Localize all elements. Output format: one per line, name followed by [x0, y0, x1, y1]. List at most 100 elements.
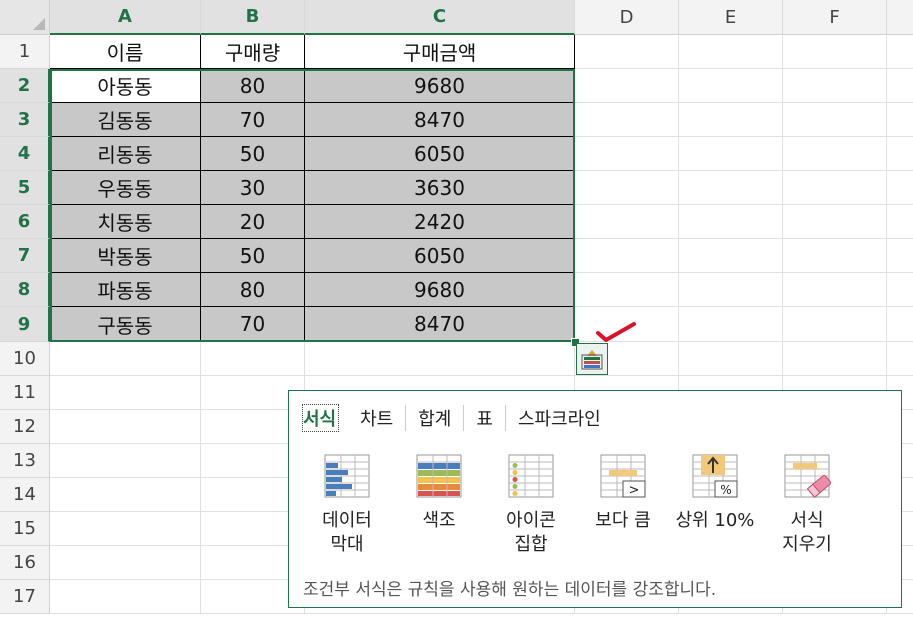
tab-tables[interactable]: 표: [464, 405, 506, 431]
row-header-14[interactable]: 14: [0, 478, 50, 512]
row-header-10[interactable]: 10: [0, 342, 50, 376]
empty-cell[interactable]: [887, 103, 913, 137]
table-cell[interactable]: 2420: [305, 205, 575, 239]
row-header-8[interactable]: 8: [0, 273, 50, 307]
table-cell[interactable]: 50: [201, 137, 305, 171]
clear-format-option[interactable]: 서식 지우기: [767, 453, 847, 563]
empty-cell[interactable]: [679, 205, 783, 239]
table-cell[interactable]: 9680: [305, 69, 575, 103]
column-header-c[interactable]: C: [305, 0, 575, 35]
column-header-e[interactable]: E: [679, 0, 783, 35]
table-cell[interactable]: 80: [201, 69, 305, 103]
table-cell[interactable]: 6050: [305, 239, 575, 273]
empty-cell[interactable]: [50, 512, 201, 546]
row-header-6[interactable]: 6: [0, 205, 50, 239]
table-cell[interactable]: 80: [201, 273, 305, 307]
empty-cell[interactable]: [887, 205, 913, 239]
greater-than-option[interactable]: > 보다 큼: [583, 453, 663, 563]
table-cell[interactable]: 우동동: [50, 171, 201, 205]
empty-cell[interactable]: [887, 307, 913, 342]
row-header-9[interactable]: 9: [0, 307, 50, 342]
table-cell[interactable]: 리동동: [50, 137, 201, 171]
table-cell[interactable]: 3630: [305, 171, 575, 205]
column-header-f[interactable]: F: [783, 0, 887, 35]
color-scale-option[interactable]: 색조: [399, 453, 479, 563]
table-cell[interactable]: 9680: [305, 273, 575, 307]
empty-cell[interactable]: [679, 273, 783, 307]
empty-cell[interactable]: [575, 35, 679, 69]
table-cell[interactable]: 70: [201, 103, 305, 137]
empty-cell[interactable]: [679, 307, 783, 342]
quick-analysis-button[interactable]: [576, 343, 608, 375]
empty-cell[interactable]: [887, 137, 913, 171]
empty-cell[interactable]: [305, 342, 575, 376]
table-cell[interactable]: 김동동: [50, 103, 201, 137]
empty-cell[interactable]: [50, 376, 201, 410]
table-header-cell[interactable]: 구매금액: [305, 35, 575, 69]
empty-cell[interactable]: [679, 342, 783, 376]
row-header-15[interactable]: 15: [0, 512, 50, 546]
table-cell[interactable]: 파동동: [50, 273, 201, 307]
empty-cell[interactable]: [575, 171, 679, 205]
empty-cell[interactable]: [679, 239, 783, 273]
table-cell[interactable]: 아동동: [50, 69, 201, 103]
empty-cell[interactable]: [783, 35, 887, 69]
empty-cell[interactable]: [783, 69, 887, 103]
tab-totals[interactable]: 합계: [406, 405, 465, 431]
column-header-b[interactable]: B: [201, 0, 305, 35]
row-header-5[interactable]: 5: [0, 171, 50, 205]
row-header-16[interactable]: 16: [0, 546, 50, 580]
table-cell[interactable]: 8470: [305, 103, 575, 137]
empty-cell[interactable]: [887, 35, 913, 69]
row-header-2[interactable]: 2: [0, 69, 50, 103]
column-header-d[interactable]: D: [575, 0, 679, 35]
empty-cell[interactable]: [575, 239, 679, 273]
empty-cell[interactable]: [679, 35, 783, 69]
empty-cell[interactable]: [201, 342, 305, 376]
table-cell[interactable]: 8470: [305, 307, 575, 342]
row-header-4[interactable]: 4: [0, 137, 50, 171]
row-header-1[interactable]: 1: [0, 35, 50, 69]
row-header-13[interactable]: 13: [0, 444, 50, 478]
table-cell[interactable]: 구동동: [50, 307, 201, 342]
table-cell[interactable]: 6050: [305, 137, 575, 171]
table-cell[interactable]: 치동동: [50, 205, 201, 239]
table-cell[interactable]: 30: [201, 171, 305, 205]
row-header-11[interactable]: 11: [0, 376, 50, 410]
tab-sparklines[interactable]: 스파크라인: [506, 405, 613, 431]
icon-set-option[interactable]: 아이콘 집합: [491, 453, 571, 563]
empty-cell[interactable]: [679, 137, 783, 171]
row-header-17[interactable]: 17: [0, 580, 50, 614]
empty-cell[interactable]: [575, 103, 679, 137]
tab-charts[interactable]: 차트: [348, 405, 407, 431]
empty-cell[interactable]: [50, 410, 201, 444]
empty-cell[interactable]: [575, 273, 679, 307]
top-ten-percent-option[interactable]: % 상위 10%: [675, 453, 755, 563]
empty-cell[interactable]: [783, 171, 887, 205]
table-cell[interactable]: 20: [201, 205, 305, 239]
empty-cell[interactable]: [783, 205, 887, 239]
empty-cell[interactable]: [887, 342, 913, 376]
empty-cell[interactable]: [50, 580, 201, 614]
empty-cell[interactable]: [783, 273, 887, 307]
empty-cell[interactable]: [679, 171, 783, 205]
table-cell[interactable]: 50: [201, 239, 305, 273]
row-header-12[interactable]: 12: [0, 410, 50, 444]
empty-cell[interactable]: [783, 103, 887, 137]
empty-cell[interactable]: [887, 239, 913, 273]
column-header-next[interactable]: [887, 0, 913, 35]
empty-cell[interactable]: [783, 239, 887, 273]
empty-cell[interactable]: [575, 137, 679, 171]
table-cell[interactable]: 박동동: [50, 239, 201, 273]
empty-cell[interactable]: [679, 69, 783, 103]
row-header-3[interactable]: 3: [0, 103, 50, 137]
empty-cell[interactable]: [887, 69, 913, 103]
empty-cell[interactable]: [783, 137, 887, 171]
table-header-cell[interactable]: 구매량: [201, 35, 305, 69]
empty-cell[interactable]: [783, 342, 887, 376]
empty-cell[interactable]: [50, 342, 201, 376]
empty-cell[interactable]: [887, 273, 913, 307]
empty-cell[interactable]: [679, 103, 783, 137]
empty-cell[interactable]: [887, 171, 913, 205]
column-header-a[interactable]: A: [50, 0, 201, 35]
